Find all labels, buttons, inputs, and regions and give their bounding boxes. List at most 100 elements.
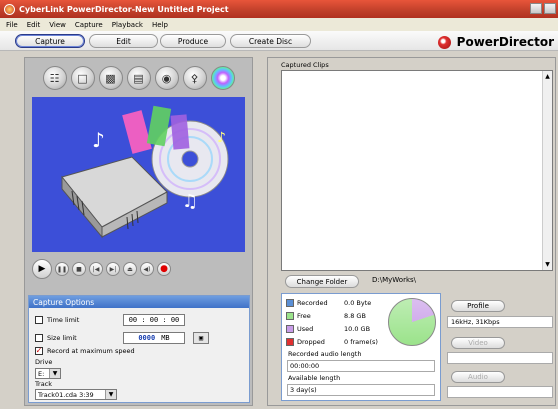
profile-value: 16kHz, 31Kbps: [447, 316, 553, 328]
menu-file[interactable]: File: [6, 21, 18, 29]
minimize-button[interactable]: [530, 3, 542, 14]
capture-mode-button[interactable]: Capture: [15, 34, 85, 48]
used-swatch: [286, 325, 294, 333]
change-folder-button[interactable]: Change Folder: [285, 275, 359, 288]
size-limit-row: Size limit 0000 MB ▣: [35, 332, 209, 344]
size-limit-value: 0000: [138, 334, 156, 342]
svg-text:♪: ♪: [217, 130, 226, 146]
captured-clips-list[interactable]: ▲ ▼: [281, 70, 553, 271]
dropped-label: Dropped: [297, 338, 325, 346]
available-length-label: Available length: [288, 374, 341, 382]
chevron-down-icon: ▼: [105, 390, 116, 399]
record-max-label: Record at maximum speed: [47, 347, 135, 355]
monitor-icon[interactable]: ▩: [98, 66, 123, 90]
camera-icon[interactable]: ▣: [193, 332, 209, 344]
record-max-checkbox[interactable]: ✓: [35, 347, 43, 355]
video-profile-value: [447, 352, 553, 364]
used-value: 10.0 GB: [344, 325, 371, 333]
capture-options-title: Capture Options: [29, 296, 249, 308]
storage-info-panel: Recorded 0.0 Byte Free 8.8 GB Used 10.0 …: [281, 293, 441, 401]
audio-profile-value: [447, 386, 553, 398]
recorded-label: Recorded: [297, 299, 328, 307]
captured-clips-label: Captured Clips: [281, 61, 329, 69]
app-icon: [4, 3, 15, 15]
chevron-down-icon: ▼: [49, 369, 60, 378]
video-profile-button[interactable]: Video: [451, 337, 505, 349]
svg-text:♪: ♪: [92, 128, 105, 152]
audio-profile-button[interactable]: Audio: [451, 371, 505, 383]
scroll-down-icon[interactable]: ▼: [543, 260, 552, 269]
menu-help[interactable]: Help: [152, 21, 168, 29]
time-limit-row: Time limit 00 : 00 : 00: [35, 314, 185, 326]
powerdirector-logo-icon: [437, 35, 451, 49]
play-button[interactable]: ▶: [32, 259, 52, 279]
menu-view[interactable]: View: [49, 21, 66, 29]
tv-tuner-icon[interactable]: ☷: [42, 66, 67, 90]
free-value: 8.8 GB: [344, 312, 366, 320]
mic-stand-icon[interactable]: ⚴: [182, 66, 207, 90]
stop-button[interactable]: ■: [72, 262, 86, 276]
playback-controls: ▶ ❚❚ ■ |◀ ▶| ⏏ ◀) ●: [32, 258, 245, 280]
recorded-audio-value: 00:00:00: [287, 360, 435, 372]
maximize-button[interactable]: [544, 3, 556, 14]
disk-usage-pie: [388, 298, 436, 346]
window-title: CyberLink PowerDirector-New Untitled Pro…: [19, 4, 229, 14]
cd-audio-illustration: ♪ ♫ ♪: [32, 97, 245, 252]
dropped-legend: Dropped 0 frame(s): [286, 338, 378, 346]
size-limit-checkbox[interactable]: [35, 334, 43, 342]
time-limit-field[interactable]: 00 : 00 : 00: [123, 314, 185, 326]
menu-edit[interactable]: Edit: [27, 21, 41, 29]
scanner-icon[interactable]: □: [70, 66, 95, 90]
track-value: Track01.cda 3:39: [38, 390, 94, 399]
title-bar: CyberLink PowerDirector-New Untitled Pro…: [0, 0, 558, 18]
size-limit-unit: MB: [161, 334, 170, 342]
recorded-audio-label: Recorded audio length: [288, 350, 362, 358]
window-controls: [530, 3, 556, 14]
free-swatch: [286, 312, 294, 320]
next-button[interactable]: ▶|: [106, 262, 120, 276]
capture-source-bar: ☷ □ ▩ ▤ ◉ ⚴: [24, 61, 253, 95]
clips-scrollbar[interactable]: ▲ ▼: [542, 71, 552, 270]
brand-name: PowerDirector: [456, 35, 554, 49]
create-disc-mode-button[interactable]: Create Disc: [230, 34, 311, 48]
dropped-swatch: [286, 338, 294, 346]
previous-button[interactable]: |◀: [89, 262, 103, 276]
svg-text:♫: ♫: [182, 191, 198, 212]
drive-select[interactable]: E: ▼: [35, 368, 61, 379]
track-label: Track: [35, 380, 53, 388]
free-label: Free: [297, 312, 311, 320]
cd-icon[interactable]: [210, 66, 235, 90]
free-legend: Free 8.8 GB: [286, 312, 366, 320]
eject-button[interactable]: ⏏: [123, 262, 137, 276]
dropped-value: 0 frame(s): [344, 338, 378, 346]
track-select[interactable]: Track01.cda 3:39 ▼: [35, 389, 117, 400]
profile-button[interactable]: Profile: [451, 300, 505, 312]
used-label: Used: [297, 325, 314, 333]
menu-capture[interactable]: Capture: [75, 21, 103, 29]
menu-bar: File Edit View Capture Playback Help: [0, 18, 558, 31]
scroll-up-icon[interactable]: ▲: [543, 72, 552, 81]
available-length-value: 3 day(s): [287, 384, 435, 396]
folder-path: D:\MyWorks\: [372, 276, 417, 284]
microphone-icon[interactable]: ◉: [154, 66, 179, 90]
produce-mode-button[interactable]: Produce: [160, 34, 226, 48]
drive-value: E:: [38, 369, 45, 378]
brand-logo: PowerDirector: [437, 34, 554, 50]
time-limit-label: Time limit: [47, 316, 80, 324]
used-legend: Used 10.0 GB: [286, 325, 370, 333]
drive-label: Drive: [35, 358, 53, 366]
recorded-swatch: [286, 299, 294, 307]
recorded-legend: Recorded 0.0 Byte: [286, 299, 371, 307]
edit-mode-button[interactable]: Edit: [89, 34, 158, 48]
size-limit-field[interactable]: 0000 MB: [123, 332, 185, 344]
menu-playback[interactable]: Playback: [112, 21, 143, 29]
capture-preview: ♪ ♫ ♪: [32, 97, 245, 252]
size-limit-label: Size limit: [47, 334, 77, 342]
record-button[interactable]: ●: [157, 262, 171, 276]
pause-button[interactable]: ❚❚: [55, 262, 69, 276]
mode-bar: Capture Edit Produce Create Disc PowerDi…: [0, 31, 558, 51]
time-limit-checkbox[interactable]: [35, 316, 43, 324]
dvd-drive-icon[interactable]: ▤: [126, 66, 151, 90]
volume-icon[interactable]: ◀): [140, 262, 154, 276]
capture-options-panel: Capture Options Time limit 00 : 00 : 00 …: [28, 295, 250, 403]
